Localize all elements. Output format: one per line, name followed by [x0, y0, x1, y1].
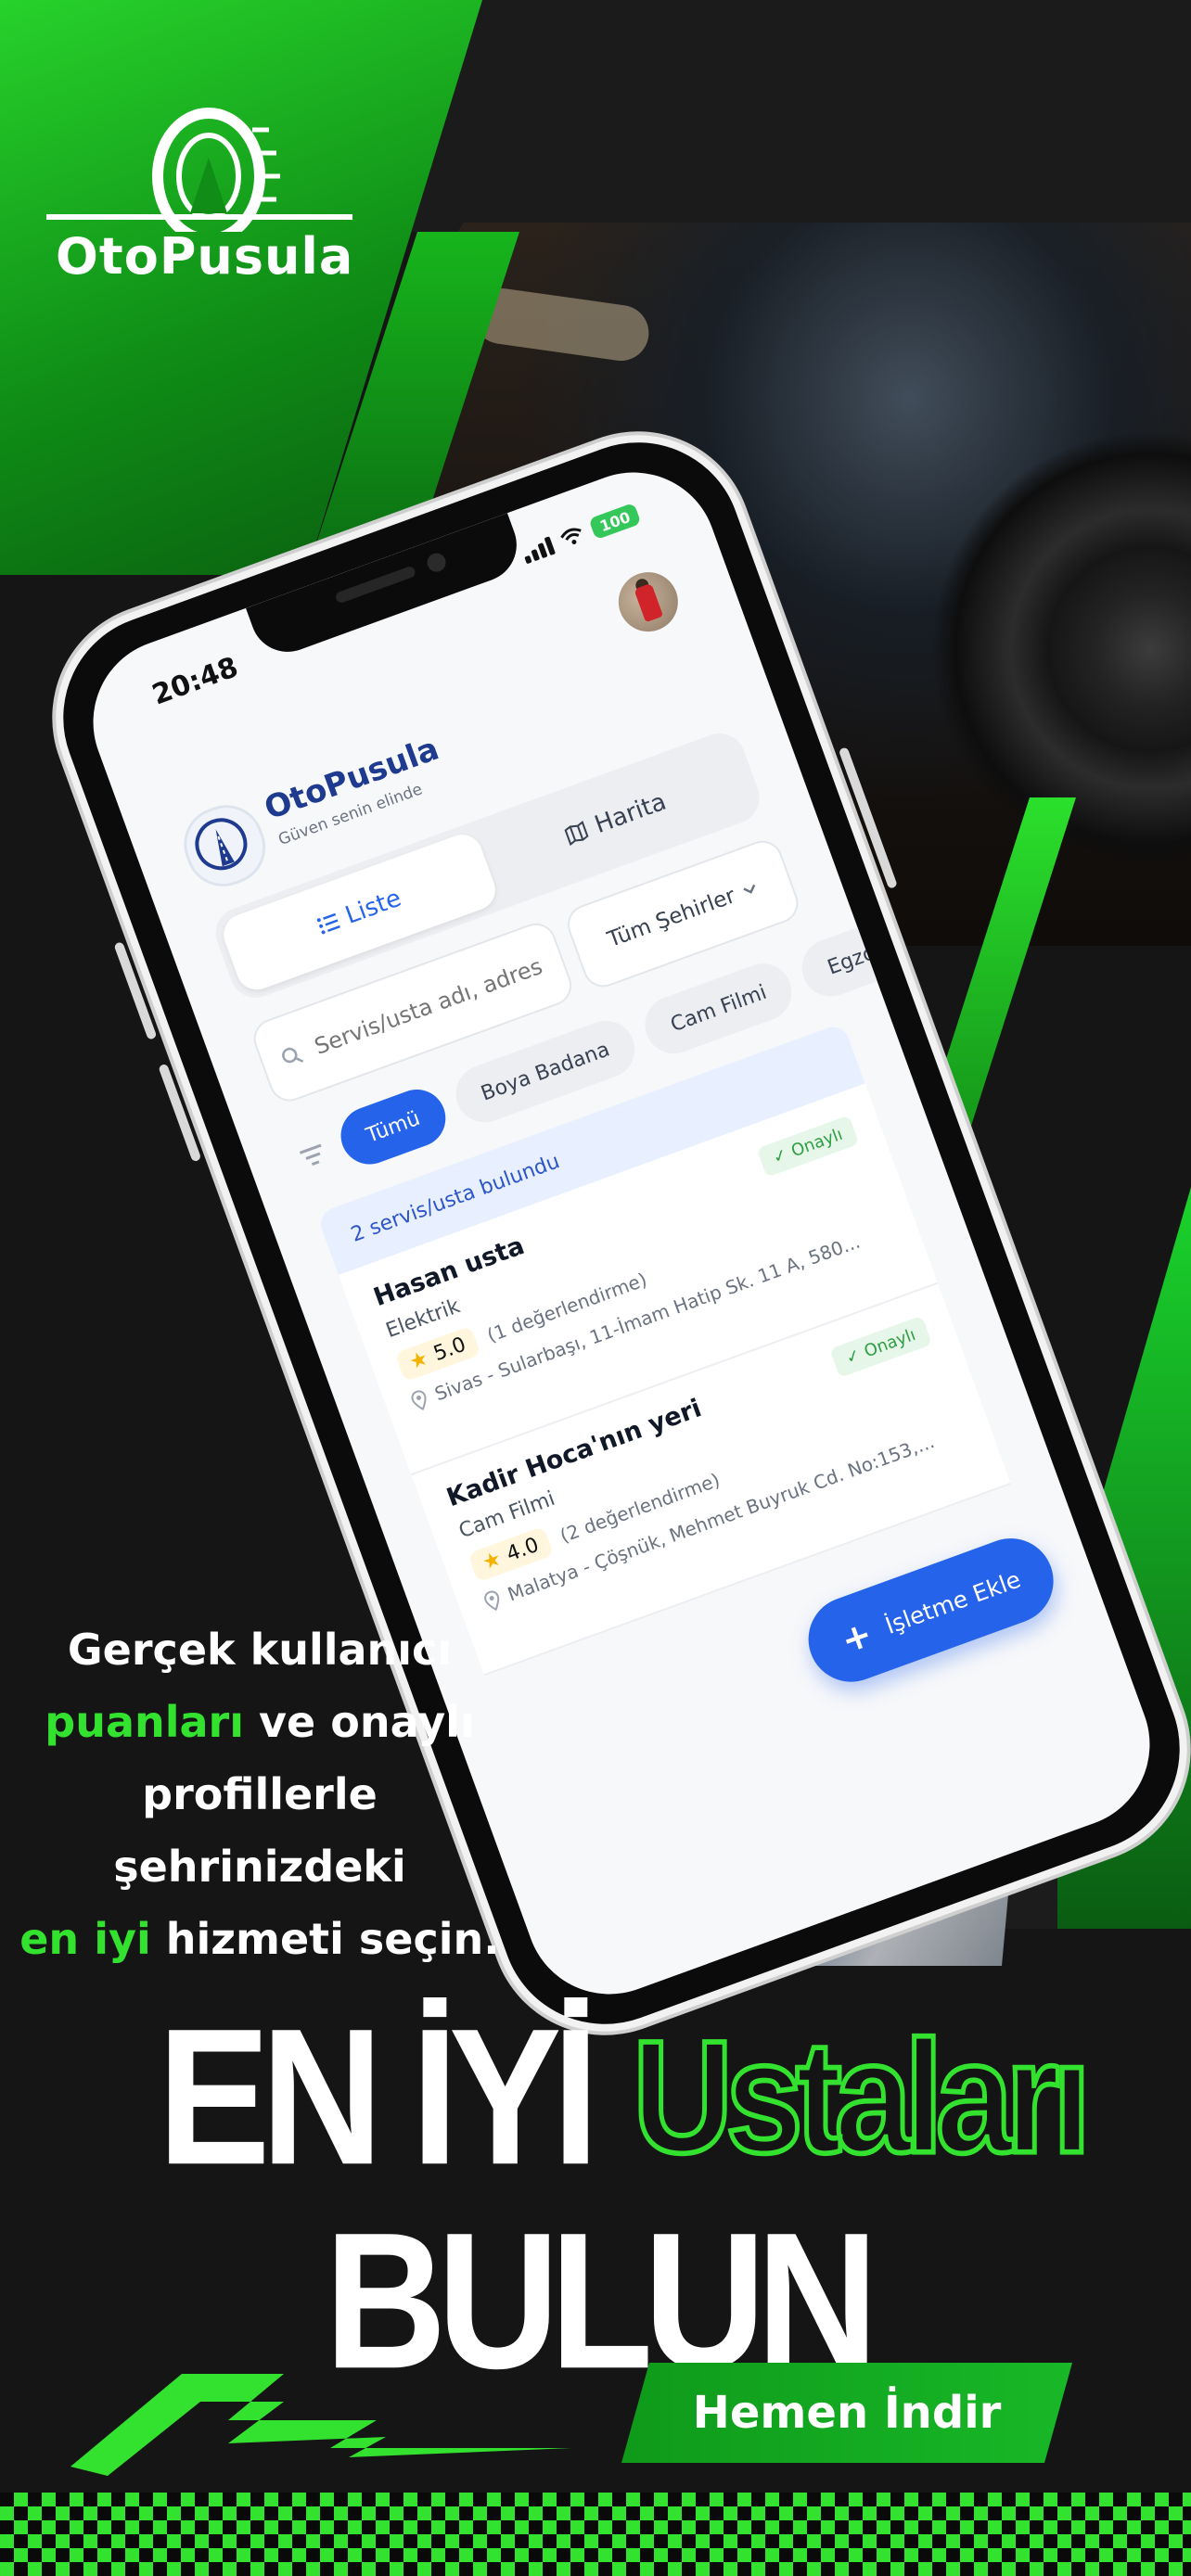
battery-indicator: 100: [588, 502, 642, 541]
tab-label: Liste: [341, 884, 405, 930]
promo-highlight: puanları: [45, 1697, 244, 1747]
add-business-button[interactable]: + İşletme Ekle: [797, 1526, 1066, 1694]
check-icon: ✓: [770, 1144, 790, 1168]
chip-tumu[interactable]: Tümü: [332, 1081, 454, 1173]
tire-road-icon: [46, 108, 352, 232]
location-pin-icon: [484, 1590, 500, 1612]
tab-label: Harita: [591, 787, 671, 840]
download-button-label: Hemen İndir: [692, 2387, 1002, 2439]
map-icon: [564, 820, 589, 847]
compass-road-icon: [173, 794, 276, 898]
avatar-figure: [634, 582, 664, 623]
promo-text-part: hizmeti seçin.: [150, 1914, 500, 1964]
promo-line: şehrinizdeki: [113, 1842, 406, 1892]
headline-ustalari: Ustaları: [630, 2004, 1093, 2188]
brand-logo: OtoPusula: [37, 102, 380, 297]
check-icon: ✓: [843, 1345, 864, 1369]
location-pin-icon: [411, 1390, 427, 1411]
promo-line: profillerle: [142, 1769, 378, 1819]
status-time: 20:48: [147, 651, 243, 712]
promo-line: en iyi hizmeti seçin.: [0, 1903, 519, 1975]
chip-cam-filmi[interactable]: Cam Filmi: [636, 955, 800, 1062]
promo-highlight: en iyi: [19, 1914, 151, 1964]
search-icon: [282, 1047, 304, 1064]
promo-line: puanları ve onaylı: [0, 1686, 519, 1758]
chevron-down-icon: [743, 884, 756, 894]
status-icons: 100: [519, 502, 642, 565]
promo-text: Gerçek kullanıcı puanları ve onaylı prof…: [0, 1613, 519, 1975]
promo-line: Gerçek kullanıcı: [67, 1625, 453, 1675]
list-icon: [317, 912, 341, 935]
filter-icon[interactable]: [291, 1135, 334, 1178]
brand-name: OtoPusula: [56, 227, 354, 286]
notch-speaker: [334, 565, 417, 605]
notch-camera: [424, 550, 449, 575]
lightning-bolt-icon: [70, 2374, 571, 2476]
wifi-icon: [560, 528, 582, 545]
add-business-label: İşletme Ekle: [881, 1565, 1024, 1639]
signal-icon: [520, 534, 557, 565]
rating-value: 5.0: [430, 1333, 469, 1367]
checkered-footer: [0, 2493, 1191, 2576]
download-button[interactable]: Hemen İndir: [621, 2363, 1072, 2463]
star-icon: ★: [479, 1547, 505, 1575]
promo-text-part: ve onaylı: [244, 1697, 475, 1747]
city-select-value: Tüm Şehirler: [604, 884, 739, 952]
headline-en-iyi: EN İYİ: [158, 1987, 599, 2206]
plus-icon: +: [836, 1613, 878, 1662]
rating-value: 4.0: [503, 1533, 543, 1567]
star-icon: ★: [406, 1346, 432, 1375]
